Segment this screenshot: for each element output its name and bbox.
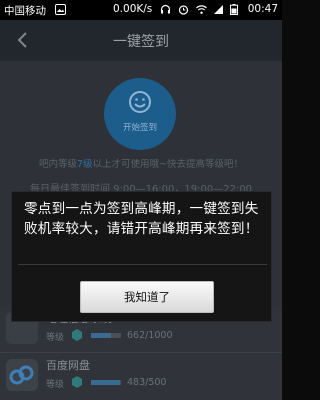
signal-icon bbox=[214, 5, 223, 14]
level-progress bbox=[91, 333, 121, 338]
dialog-divider bbox=[18, 264, 267, 265]
level-badge-icon bbox=[72, 329, 82, 341]
level-score: 662/1000 bbox=[127, 330, 173, 341]
battery-icon bbox=[230, 4, 238, 15]
smiley-icon bbox=[129, 91, 151, 113]
start-sign-button[interactable]: 开始签到 bbox=[104, 78, 176, 150]
headset-icon bbox=[160, 4, 171, 14]
level-rule-suffix: 以上才可使用哦~快去提高等级吧！ bbox=[92, 159, 244, 170]
start-sign-label: 开始签到 bbox=[122, 123, 157, 133]
image-icon bbox=[55, 4, 66, 15]
level-score: 483/500 bbox=[127, 377, 167, 388]
wifi-icon bbox=[196, 5, 207, 14]
alert-dialog: 零点到一点为签到高峰期，一键签到失败机率较大，请错开高峰期再来签到！ 我知道了 bbox=[11, 191, 272, 322]
level-label: 等级 bbox=[46, 380, 65, 390]
level-rule-prefix: 吧内等级 bbox=[38, 159, 77, 170]
dialog-message: 零点到一点为签到高峰期，一键签到失败机率较大，请错开高峰期再来签到！ bbox=[24, 201, 259, 237]
network-speed: 0.00K/s bbox=[113, 3, 153, 15]
alarm-icon bbox=[178, 5, 189, 15]
list-item[interactable]: 百度网盘 等级 483/500 bbox=[0, 353, 282, 399]
carrier-name: 中国移动 bbox=[4, 5, 46, 17]
level-progress bbox=[91, 380, 121, 385]
status-bar: 中国移动 0.00K/s 00:47 bbox=[0, 0, 282, 20]
level-label: 等级 bbox=[46, 333, 65, 343]
forum-name: 百度网盘 bbox=[46, 359, 90, 372]
title-bar: 一键签到 bbox=[0, 20, 282, 61]
level-badge-icon bbox=[72, 376, 82, 388]
clock: 00:47 bbox=[247, 3, 278, 15]
level-rule-level: 7级 bbox=[77, 159, 93, 170]
got-it-button[interactable]: 我知道了 bbox=[80, 281, 214, 313]
page-title: 一键签到 bbox=[113, 34, 169, 50]
level-rule-text: 吧内等级7级以上才可使用哦~快去提高等级吧！ bbox=[0, 156, 282, 170]
baidu-netdisk-icon bbox=[6, 359, 38, 391]
